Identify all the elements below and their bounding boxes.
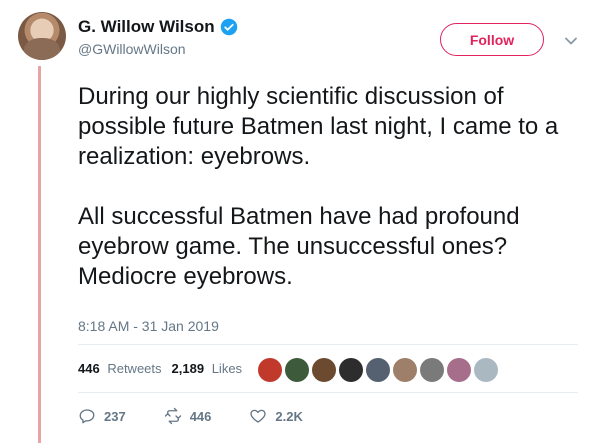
retweets-count: 446	[78, 361, 100, 376]
tweet-stats: 446 Retweets 2,189 Likes	[78, 360, 252, 378]
thread-line	[38, 66, 41, 443]
author-display-name[interactable]: G. Willow Wilson	[78, 16, 215, 38]
liker-avatar[interactable]	[474, 358, 498, 382]
chevron-down-icon[interactable]	[563, 33, 579, 49]
likes-stat[interactable]: 2,189 Likes	[172, 360, 243, 378]
retweet-count: 446	[189, 408, 212, 424]
tweet-paragraph: During our highly scientific discussion …	[78, 83, 559, 170]
tweet-actions: 237 446 2.2K	[78, 407, 341, 425]
author-name-row[interactable]: G. Willow Wilson	[78, 16, 238, 38]
verified-badge-icon	[220, 18, 237, 36]
author-handle[interactable]: @GWillowWilson	[78, 40, 238, 58]
tweet-timestamp[interactable]: 8:18 AM - 31 Jan 2019	[78, 317, 219, 335]
author-block: G. Willow Wilson @GWillowWilson	[78, 16, 238, 58]
liker-avatar[interactable]	[447, 358, 471, 382]
retweets-label: Retweets	[107, 361, 162, 376]
retweet-button[interactable]: 446	[164, 407, 212, 425]
liker-avatar[interactable]	[285, 358, 309, 382]
divider	[78, 392, 578, 393]
likes-label: Likes	[211, 361, 243, 376]
like-button[interactable]: 2.2K	[249, 407, 303, 425]
liker-avatars	[258, 358, 501, 382]
heart-icon	[250, 409, 267, 423]
follow-button[interactable]: Follow	[440, 23, 544, 56]
liker-avatar[interactable]	[393, 358, 417, 382]
tweet-paragraph: All successful Batmen have had profound …	[78, 203, 520, 290]
liker-avatar[interactable]	[420, 358, 444, 382]
like-count: 2.2K	[275, 408, 303, 424]
reply-icon	[79, 409, 95, 424]
divider	[78, 344, 578, 345]
tweet-text: During our highly scientific discussion …	[78, 82, 588, 322]
liker-avatar[interactable]	[312, 358, 336, 382]
liker-avatar[interactable]	[339, 358, 363, 382]
retweet-icon	[164, 407, 181, 425]
reply-button[interactable]: 237	[78, 407, 126, 425]
liker-avatar[interactable]	[366, 358, 390, 382]
likes-count: 2,189	[171, 361, 205, 376]
avatar[interactable]	[18, 12, 66, 60]
avatar-scarf	[24, 38, 60, 60]
reply-count: 237	[104, 408, 126, 424]
liker-avatar[interactable]	[258, 358, 282, 382]
retweets-stat[interactable]: 446 Retweets	[78, 360, 162, 378]
